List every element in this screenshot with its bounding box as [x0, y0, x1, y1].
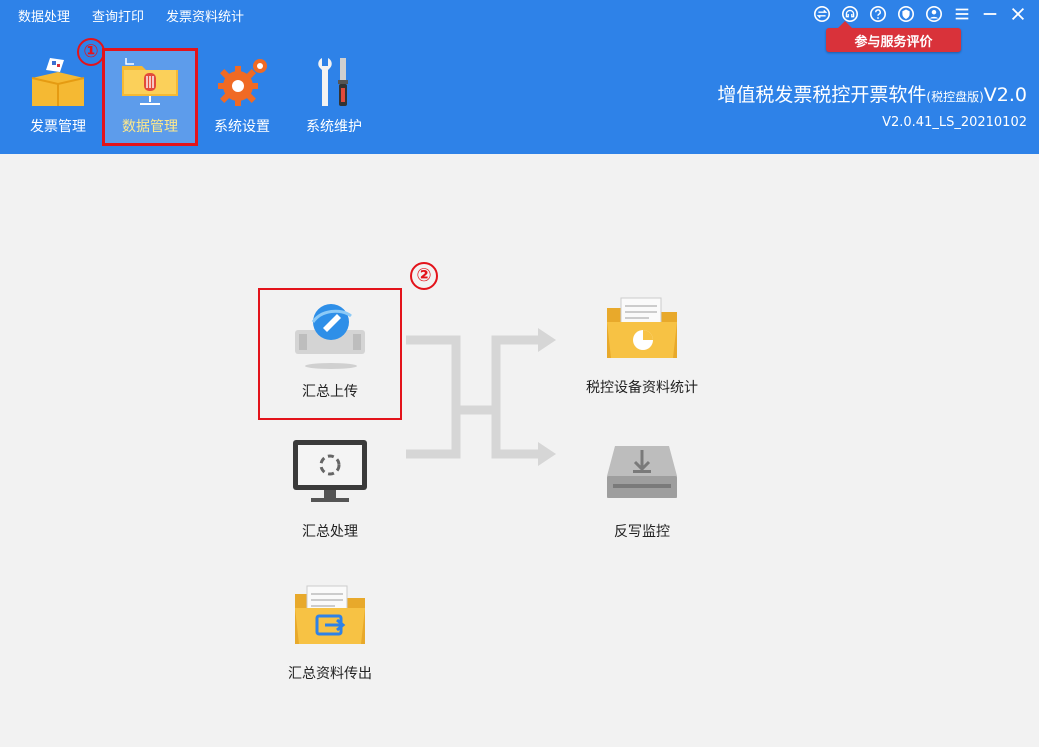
summary-data-export[interactable]: 汇总资料传出 — [260, 578, 400, 685]
item-label: 税控设备资料统计 — [586, 380, 698, 396]
menu-icon[interactable] — [951, 3, 973, 25]
item-label: 反写监控 — [614, 524, 670, 540]
close-icon[interactable] — [1007, 3, 1029, 25]
menu-bar: 数据处理 查询打印 发票资料统计 — [0, 0, 266, 30]
data-folder-icon — [122, 58, 178, 105]
summary-upload[interactable]: 汇总上传 — [258, 288, 402, 420]
toolbar-system-maintenance[interactable]: 系统维护 — [288, 50, 380, 144]
monitor-icon — [293, 440, 367, 502]
app-header: 数据处理 查询打印 发票资料统计 参与服务评价 发票管理 数据管理 系统设置 系… — [0, 0, 1039, 154]
app-build-version: V2.0.41_LS_20210102 — [882, 115, 1027, 130]
gear-icon — [218, 59, 267, 106]
user-icon[interactable] — [923, 3, 945, 25]
item-label: 汇总资料传出 — [288, 666, 372, 682]
toolbar-label: 系统设置 — [214, 119, 270, 135]
step-marker-2: ② — [410, 262, 438, 290]
main-toolbar: 发票管理 数据管理 系统设置 系统维护 — [12, 48, 380, 146]
toolbar-label: 系统维护 — [306, 119, 362, 135]
toolbar-system-settings[interactable]: 系统设置 — [196, 50, 288, 144]
export-folder-icon — [295, 585, 365, 644]
toolbar-label: 发票管理 — [30, 119, 86, 135]
main-panel: ② 汇总上传 汇总处理 汇总资料传出 税控设备资料统计 反写监控 — [0, 154, 1039, 747]
toolbar-data-management[interactable]: 数据管理 — [102, 48, 198, 146]
service-review-badge[interactable]: 参与服务评价 — [826, 21, 961, 52]
security-icon[interactable] — [895, 3, 917, 25]
menu-data-processing[interactable]: 数据处理 — [18, 6, 70, 25]
help-icon[interactable] — [867, 3, 889, 25]
item-label: 汇总处理 — [302, 524, 358, 540]
app-title: 增值税发票税控开票软件(税控盘版)V2.0 V2.0.41_LS_2021010… — [717, 80, 1027, 130]
minimize-icon[interactable] — [979, 3, 1001, 25]
pie-folder-icon — [607, 297, 677, 358]
item-label: 汇总上传 — [302, 384, 358, 400]
flow-connector-arrows — [406, 328, 556, 466]
upload-globe-icon — [295, 304, 365, 369]
toolbar-label: 数据管理 — [122, 119, 178, 135]
app-name: 增值税发票税控开票软件(税控盘版)V2.0 — [717, 84, 1027, 106]
summary-processing[interactable]: 汇总处理 — [260, 436, 400, 543]
device-eject-icon — [607, 446, 677, 498]
tools-icon — [318, 58, 348, 106]
switch-icon[interactable] — [811, 3, 833, 25]
menu-invoice-stats[interactable]: 发票资料统计 — [166, 6, 244, 25]
step-marker-1: ① — [77, 38, 105, 66]
menu-query-print[interactable]: 查询打印 — [92, 6, 144, 25]
write-back-monitoring[interactable]: 反写监控 — [572, 436, 712, 543]
tax-device-data-statistics[interactable]: 税控设备资料统计 — [572, 292, 712, 399]
